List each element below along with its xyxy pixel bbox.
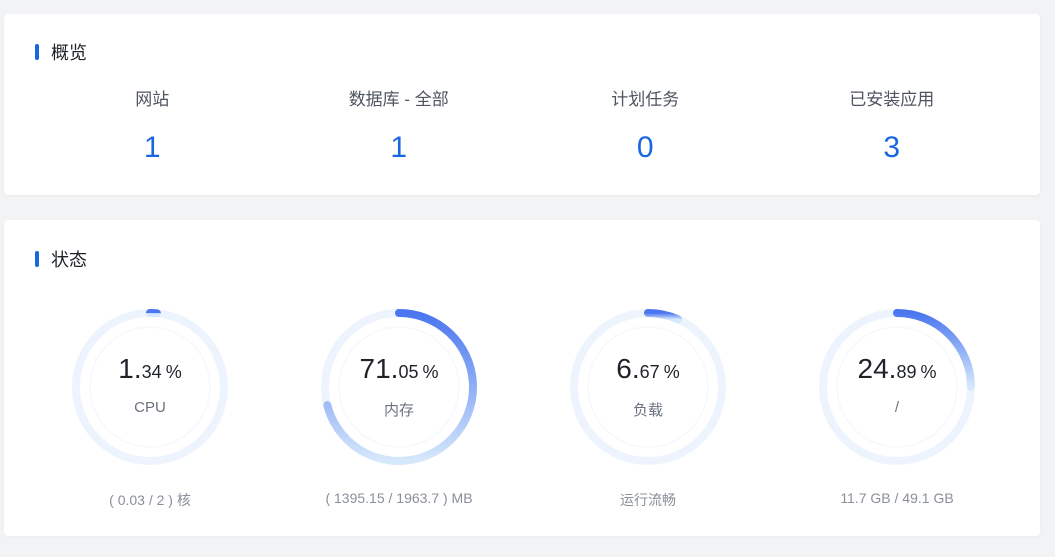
gauge-value: 71.05% bbox=[316, 352, 482, 389]
gauge-value-decimal: 67 bbox=[639, 362, 660, 382]
gauge-value-unit: % bbox=[422, 362, 439, 382]
gauge-value: 24.89% bbox=[814, 352, 980, 389]
stat-label: 数据库 - 全部 bbox=[348, 90, 449, 109]
gauge-value-int: 71. bbox=[359, 353, 399, 384]
gauge-value-decimal: 05 bbox=[398, 362, 419, 382]
gauge-cpu: 1.34% CPU ( 0.03 / 2 ) 核 bbox=[29, 304, 278, 514]
stat-value[interactable]: 1 bbox=[276, 130, 523, 166]
gauge-detail: ( 0.03 / 2 ) 核 bbox=[109, 492, 191, 508]
gauge-value-decimal: 89 bbox=[896, 362, 917, 382]
gauge-value-unit: % bbox=[663, 362, 680, 382]
overview-stat-installed-apps[interactable]: 已安装应用 3 bbox=[769, 88, 1016, 166]
gauge-value-int: 24. bbox=[857, 353, 897, 384]
stat-value[interactable]: 3 bbox=[769, 130, 1016, 166]
status-title: 状态 bbox=[35, 248, 87, 270]
status-card: 状态 1.34% CPU ( 0.03 / 2 ) 核 71.05% 内存 ( … bbox=[4, 220, 1040, 536]
gauge-center: 24.89% / bbox=[814, 304, 980, 470]
gauge-label: 内存 bbox=[383, 402, 414, 419]
overview-stat-websites[interactable]: 网站 1 bbox=[29, 88, 276, 166]
status-gauges: 1.34% CPU ( 0.03 / 2 ) 核 71.05% 内存 ( 139… bbox=[29, 304, 1025, 514]
gauge-detail: 11.7 GB / 49.1 GB bbox=[840, 490, 954, 506]
overview-stat-cron-jobs[interactable]: 计划任务 0 bbox=[522, 88, 769, 166]
gauge-value-int: 6. bbox=[616, 353, 640, 384]
gauge-value-unit: % bbox=[165, 362, 182, 382]
overview-title-text: 概览 bbox=[51, 43, 87, 63]
overview-card: 概览 网站 1 数据库 - 全部 1 计划任务 0 已安装应用 3 bbox=[4, 14, 1040, 195]
overview-title: 概览 bbox=[35, 41, 87, 63]
gauge-value-int: 1. bbox=[118, 353, 142, 384]
overview-stats: 网站 1 数据库 - 全部 1 计划任务 0 已安装应用 3 bbox=[29, 88, 1015, 166]
gauge-memory: 71.05% 内存 ( 1395.15 / 1963.7 ) MB bbox=[278, 304, 527, 514]
gauge-detail: 运行流畅 bbox=[620, 492, 676, 508]
gauge-center: 1.34% CPU bbox=[67, 304, 233, 470]
stat-label: 计划任务 bbox=[611, 90, 680, 109]
gauge-label: CPU bbox=[134, 399, 166, 416]
status-title-text: 状态 bbox=[51, 250, 87, 270]
gauge-disk: 24.89% / 11.7 GB / 49.1 GB bbox=[776, 304, 1025, 514]
stat-value[interactable]: 1 bbox=[29, 130, 276, 166]
gauge-value-decimal: 34 bbox=[141, 362, 162, 382]
stat-value[interactable]: 0 bbox=[522, 130, 769, 166]
stat-label: 网站 bbox=[135, 90, 170, 109]
title-accent-bar bbox=[35, 251, 39, 267]
gauge-label: 负载 bbox=[632, 402, 663, 419]
overview-stat-databases[interactable]: 数据库 - 全部 1 bbox=[276, 88, 523, 166]
gauge-center: 6.67% 负载 bbox=[565, 304, 731, 470]
gauge-value: 6.67% bbox=[565, 352, 731, 389]
gauge-value: 1.34% bbox=[67, 352, 233, 389]
stat-label: 已安装应用 bbox=[849, 90, 935, 109]
gauge-center: 71.05% 内存 bbox=[316, 304, 482, 470]
gauge-load: 6.67% 负载 运行流畅 bbox=[527, 304, 776, 514]
gauge-value-unit: % bbox=[920, 362, 937, 382]
gauge-detail: ( 1395.15 / 1963.7 ) MB bbox=[325, 490, 473, 506]
title-accent-bar bbox=[35, 44, 39, 60]
gauge-label: / bbox=[894, 399, 900, 416]
